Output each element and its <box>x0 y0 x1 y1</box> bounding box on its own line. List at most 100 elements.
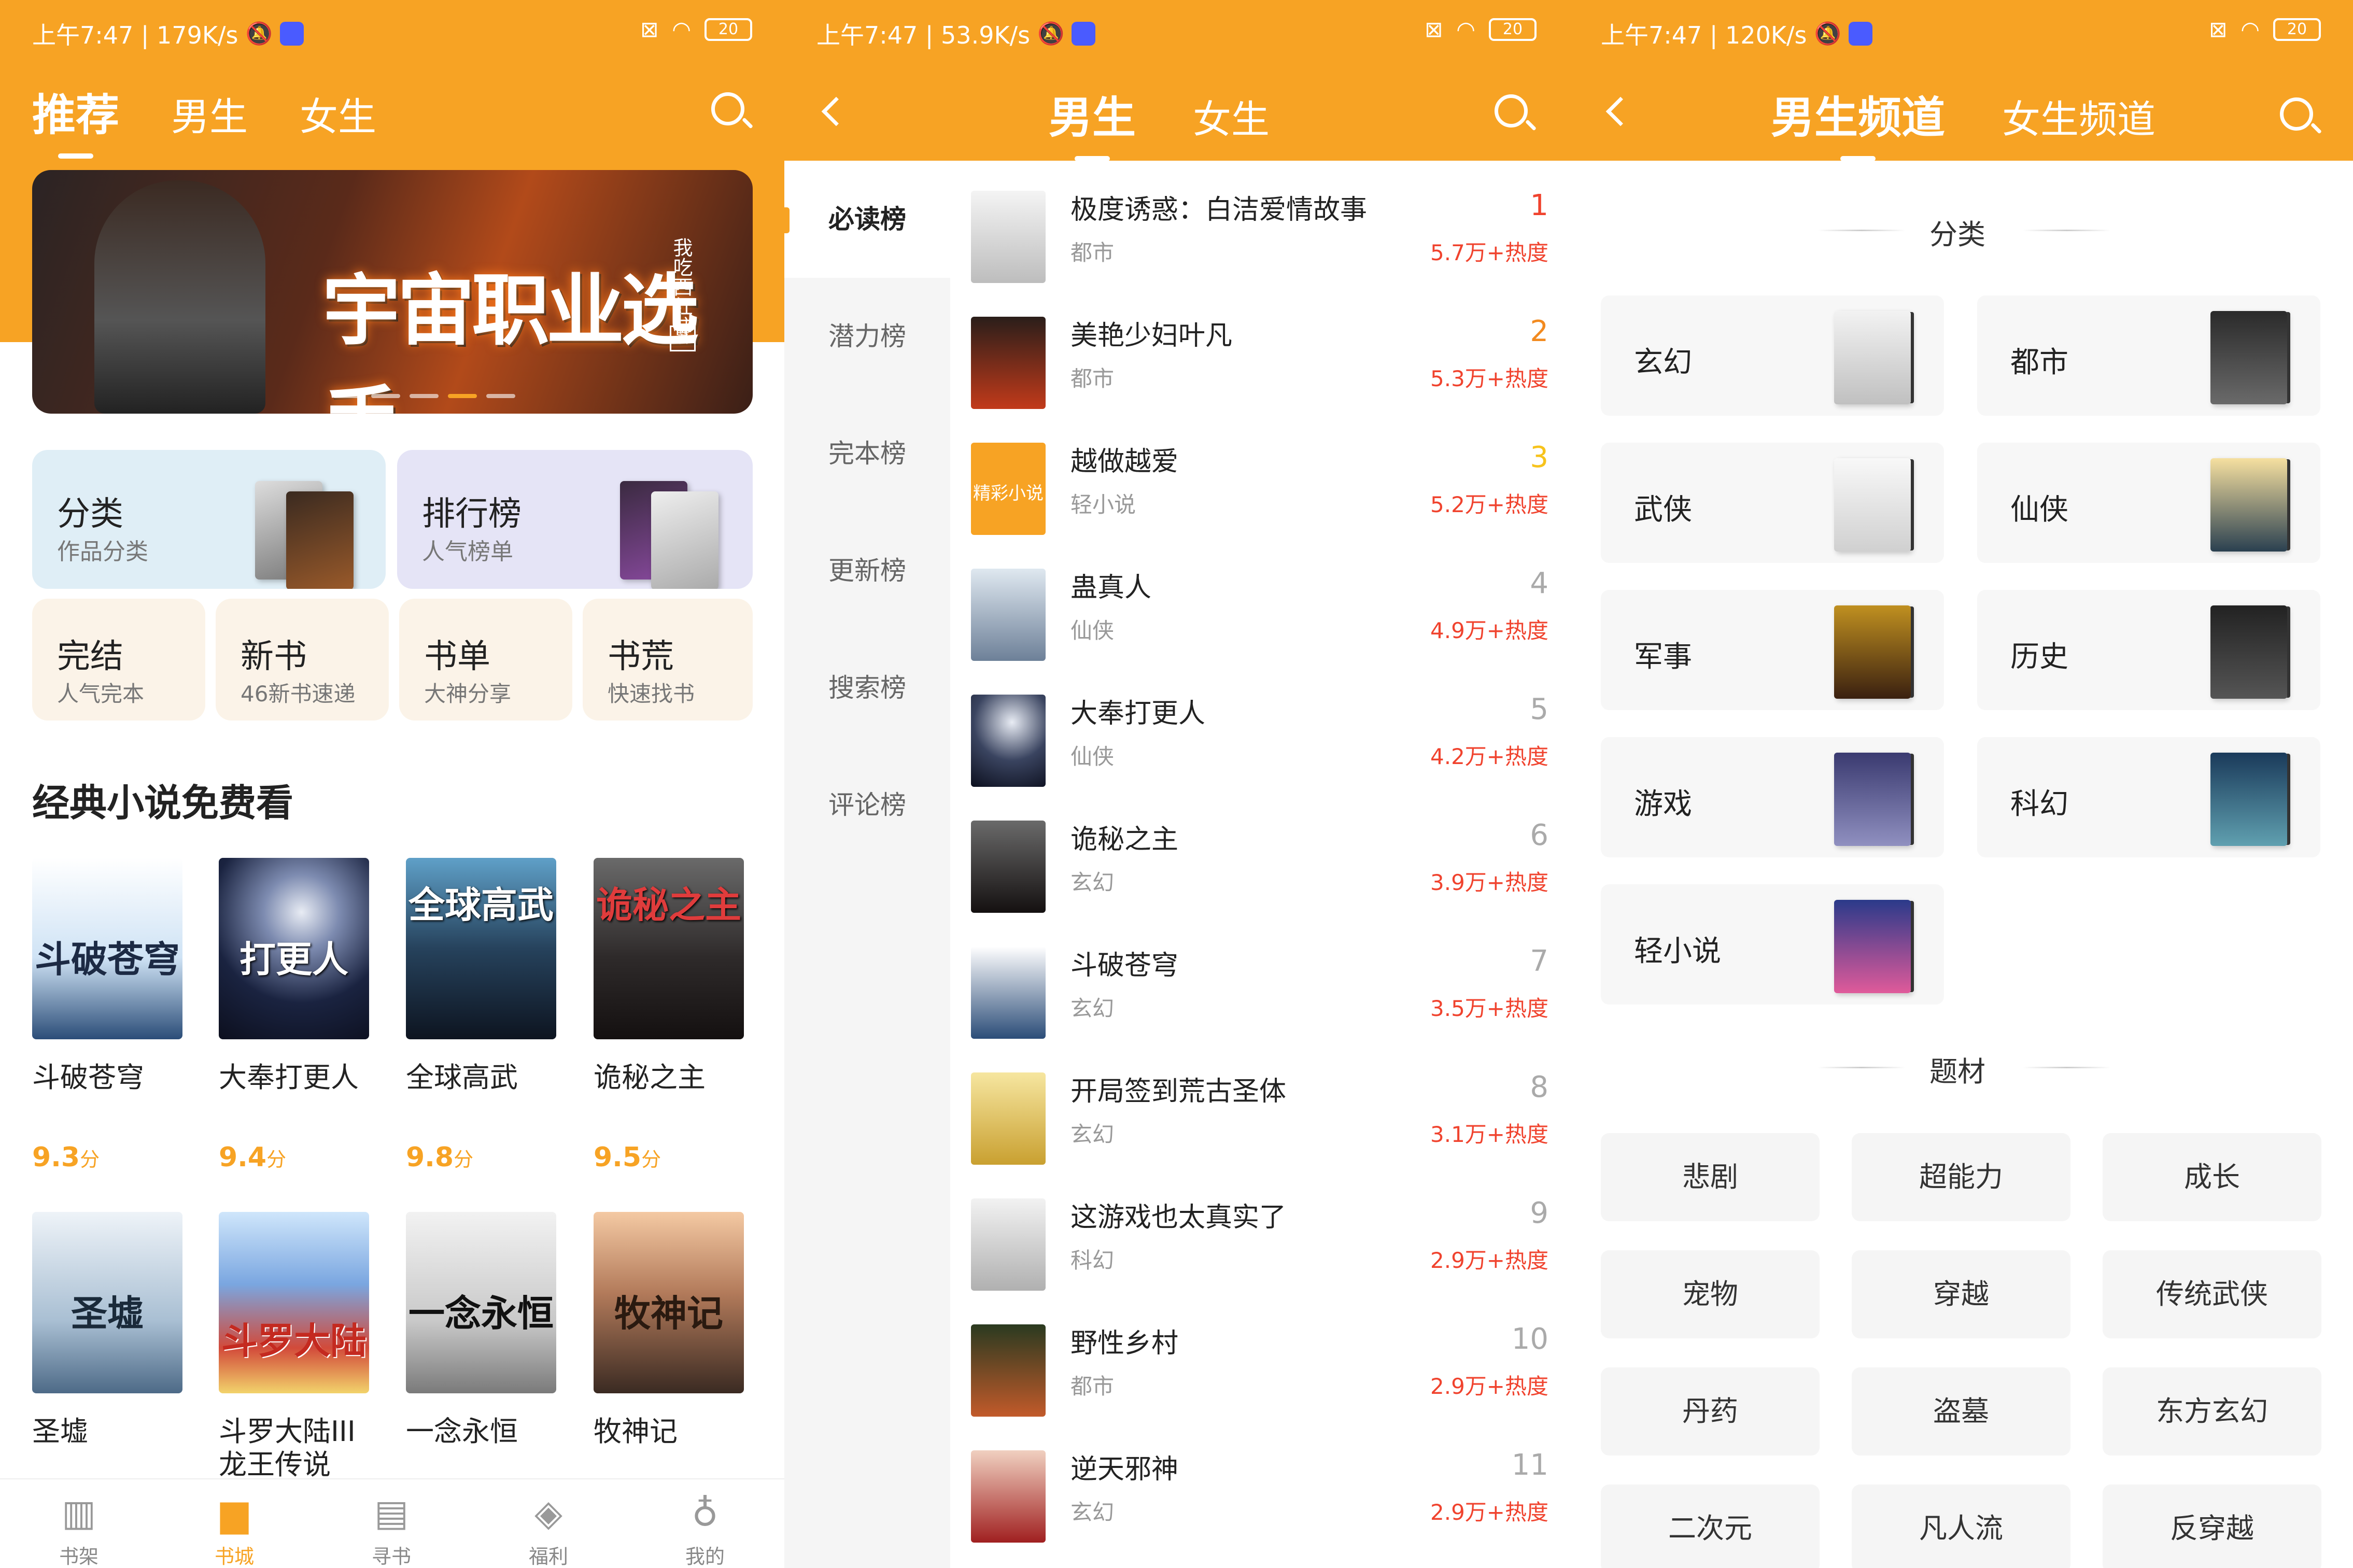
banner-stamp: 著 <box>670 326 696 351</box>
promo-banner[interactable]: 宇宙职业选手 我吃西红柿 著 <box>32 170 753 414</box>
rank-row[interactable]: 这游戏也太真实了 科幻 9 2.9万+热度 <box>971 1193 1552 1319</box>
category-card-title: 分类 <box>57 495 123 533</box>
book-item[interactable]: 一念永恒 一念永恒 <box>406 1212 556 1448</box>
sidebar-item-finished[interactable]: 完本榜 <box>784 395 950 512</box>
status-time: 上午7:47 | 120K/s <box>1601 21 1807 49</box>
tab-recommend[interactable]: 推荐 <box>32 80 119 143</box>
category-card[interactable]: 游戏 <box>1601 737 1944 857</box>
rank-number: 3 <box>1530 441 1548 474</box>
mute-icon: 🔕 <box>1037 21 1065 46</box>
nav-bookshelf[interactable]: ▥ 书架 <box>27 1491 131 1568</box>
nav-profile[interactable]: ♁ 我的 <box>653 1491 757 1568</box>
rank-book-category: 都市 <box>1070 1374 1115 1399</box>
theme-tag[interactable]: 超能力 <box>1852 1133 2070 1221</box>
nav-welfare[interactable]: ◈ 福利 <box>497 1491 600 1568</box>
rank-row[interactable]: 逆天邪神 玄幻 11 2.9万+热度 <box>971 1445 1552 1568</box>
search-icon[interactable] <box>711 92 753 133</box>
booklist-card[interactable]: 书单 大神分享 <box>399 599 572 721</box>
theme-tag[interactable]: 东方玄幻 <box>2103 1367 2321 1456</box>
book-item[interactable]: 圣墟 圣墟 <box>32 1212 182 1448</box>
rank-row[interactable]: 开局签到荒古圣体 玄幻 8 3.1万+热度 <box>971 1067 1552 1193</box>
profile-icon: ♁ <box>692 1492 718 1534</box>
rank-row[interactable]: 美艳少妇叶凡 都市 2 5.3万+热度 <box>971 312 1552 437</box>
tab-female[interactable]: 女生 <box>300 86 376 142</box>
book-cover <box>971 695 1046 787</box>
theme-tag[interactable]: 二次元 <box>1601 1485 1820 1568</box>
category-card[interactable]: 历史 <box>1977 590 2320 710</box>
category-card[interactable]: 仙侠 <box>1977 443 2320 563</box>
status-bar: 上午7:47 | 53.9K/s 🔕 ⊠ ◠ 20 <box>784 0 1569 62</box>
category-card[interactable]: 轻小说 <box>1601 884 1944 1005</box>
sidebar-item-must-read[interactable]: 必读榜 <box>784 161 950 278</box>
status-time: 上午7:47 | 53.9K/s <box>816 21 1031 49</box>
book-cover: 圣墟 <box>32 1212 182 1393</box>
book-cover <box>971 1198 1046 1291</box>
rank-row[interactable]: 精彩小说 越做越爱 轻小说 3 5.2万+热度 <box>971 437 1552 563</box>
book-shortage-subtitle: 快速找书 <box>608 681 695 707</box>
category-card[interactable]: 玄幻 <box>1601 295 1944 416</box>
battery-icon: 20 <box>1489 18 1537 41</box>
category-card[interactable]: 分类 作品分类 <box>32 450 386 589</box>
book-item[interactable]: 诡秘之主 诡秘之主 9.5分 <box>594 858 744 1173</box>
category-name: 游戏 <box>1634 787 1692 821</box>
rank-row[interactable]: 极度诱惑：白洁爱情故事 都市 1 5.7万+热度 <box>971 186 1552 312</box>
sidebar-item-potential[interactable]: 潜力榜 <box>784 278 950 395</box>
booklist-title: 书单 <box>424 638 490 676</box>
search-icon[interactable] <box>1495 94 1537 135</box>
rank-row[interactable]: 诡秘之主 玄幻 6 3.9万+热度 <box>971 815 1552 941</box>
category-name: 都市 <box>2010 346 2068 379</box>
rank-book-category: 科幻 <box>1070 1248 1115 1273</box>
theme-tag[interactable]: 传统武侠 <box>2103 1250 2321 1338</box>
sidebar-item-comments[interactable]: 评论榜 <box>784 746 950 864</box>
theme-tag[interactable]: 反穿越 <box>2103 1485 2321 1568</box>
rank-heat: 2.9万+热度 <box>1430 1500 1548 1525</box>
banner-author: 我吃西红柿 <box>670 237 693 336</box>
book-cover <box>971 1072 1046 1165</box>
tab-female[interactable]: 女生 <box>1193 89 1270 144</box>
rank-book-category: 玄幻 <box>1070 1122 1115 1147</box>
tab-male[interactable]: 男生 <box>1049 83 1136 146</box>
nav-find-books[interactable]: ▤ 寻书 <box>340 1491 443 1568</box>
nav-bookstore[interactable]: ▆ 书城 <box>182 1491 286 1568</box>
book-shortage-card[interactable]: 书荒 快速找书 <box>583 599 753 721</box>
tab-male[interactable]: 男生 <box>171 86 248 142</box>
rank-row[interactable]: 蛊真人 仙侠 4 4.9万+热度 <box>971 563 1552 689</box>
rank-book-title: 越做越爱 <box>1070 446 1179 477</box>
category-book-cover <box>2210 458 2287 552</box>
pager-dot <box>333 394 362 398</box>
theme-tag[interactable]: 宠物 <box>1601 1250 1820 1338</box>
category-card[interactable]: 科幻 <box>1977 737 2320 857</box>
category-card[interactable]: 都市 <box>1977 295 2320 416</box>
ranking-card[interactable]: 排行榜 人气榜单 <box>397 450 753 589</box>
book-item[interactable]: 打更人 大奉打更人 9.4分 <box>219 858 369 1173</box>
tab-male-channel[interactable]: 男生频道 <box>1771 83 1945 146</box>
category-name: 科幻 <box>2010 787 2068 821</box>
sidebar-item-search[interactable]: 搜索榜 <box>784 629 950 746</box>
new-books-card[interactable]: 新书 46新书速递 <box>216 599 389 721</box>
sidebar-item-updated[interactable]: 更新榜 <box>784 512 950 629</box>
theme-tag[interactable]: 盗墓 <box>1852 1367 2070 1456</box>
rank-row[interactable]: 野性乡村 都市 10 2.9万+热度 <box>971 1319 1552 1445</box>
book-item[interactable]: 斗罗大陆 斗罗大陆III龙王传说 <box>219 1212 369 1481</box>
tab-female-channel[interactable]: 女生频道 <box>2002 89 2155 144</box>
category-card[interactable]: 军事 <box>1601 590 1944 710</box>
finished-card[interactable]: 完结 人气完本 <box>32 599 205 721</box>
theme-tag[interactable]: 凡人流 <box>1852 1485 2070 1568</box>
wifi-icon: ◠ <box>672 17 691 42</box>
rank-row[interactable]: 大奉打更人 仙侠 5 4.2万+热度 <box>971 689 1552 815</box>
rank-book-category: 玄幻 <box>1070 996 1115 1021</box>
theme-tag[interactable]: 丹药 <box>1601 1367 1820 1456</box>
rank-book-title: 野性乡村 <box>1070 1328 1179 1359</box>
theme-tag[interactable]: 穿越 <box>1852 1250 2070 1338</box>
book-item[interactable]: 斗破苍穹 斗破苍穹 9.3分 <box>32 858 182 1173</box>
category-card[interactable]: 武侠 <box>1601 443 1944 563</box>
search-icon[interactable] <box>2280 97 2322 138</box>
rank-heat: 4.2万+热度 <box>1430 744 1548 769</box>
book-title: 一念永恒 <box>406 1415 518 1448</box>
book-item[interactable]: 牧神记 牧神记 <box>594 1212 744 1448</box>
theme-tag[interactable]: 悲剧 <box>1601 1133 1820 1221</box>
rank-row[interactable]: 斗破苍穹 玄幻 7 3.5万+热度 <box>971 941 1552 1067</box>
find-books-icon: ▤ <box>374 1492 409 1534</box>
theme-tag[interactable]: 成长 <box>2103 1133 2321 1221</box>
book-item[interactable]: 全球高武 全球高武 9.8分 <box>406 858 556 1173</box>
